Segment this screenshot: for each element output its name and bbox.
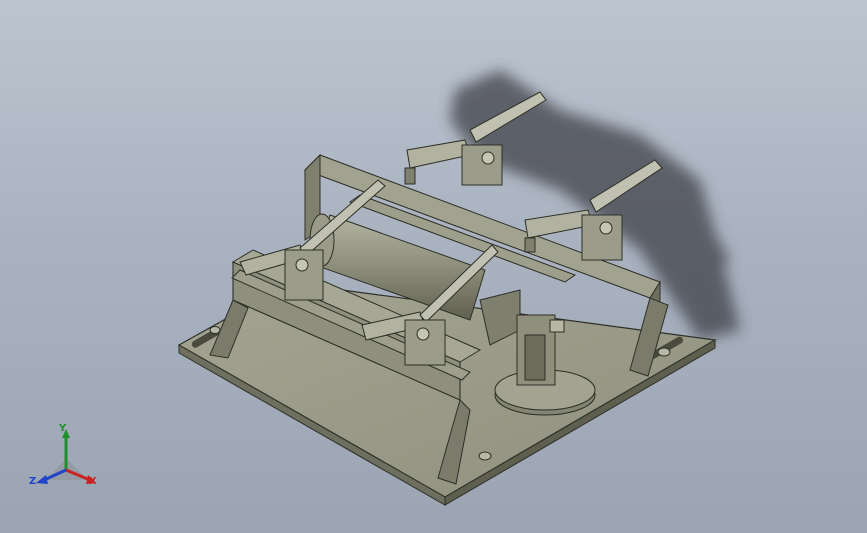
x-axis-label: X — [89, 476, 97, 487]
y-axis-label: Y — [59, 423, 67, 434]
cad-graphics-viewport[interactable]: Y X Z — [0, 0, 867, 533]
z-axis-label: Z — [29, 476, 37, 487]
z-arrowhead-icon — [36, 475, 48, 484]
fixture-assembly-model[interactable] — [0, 0, 867, 533]
